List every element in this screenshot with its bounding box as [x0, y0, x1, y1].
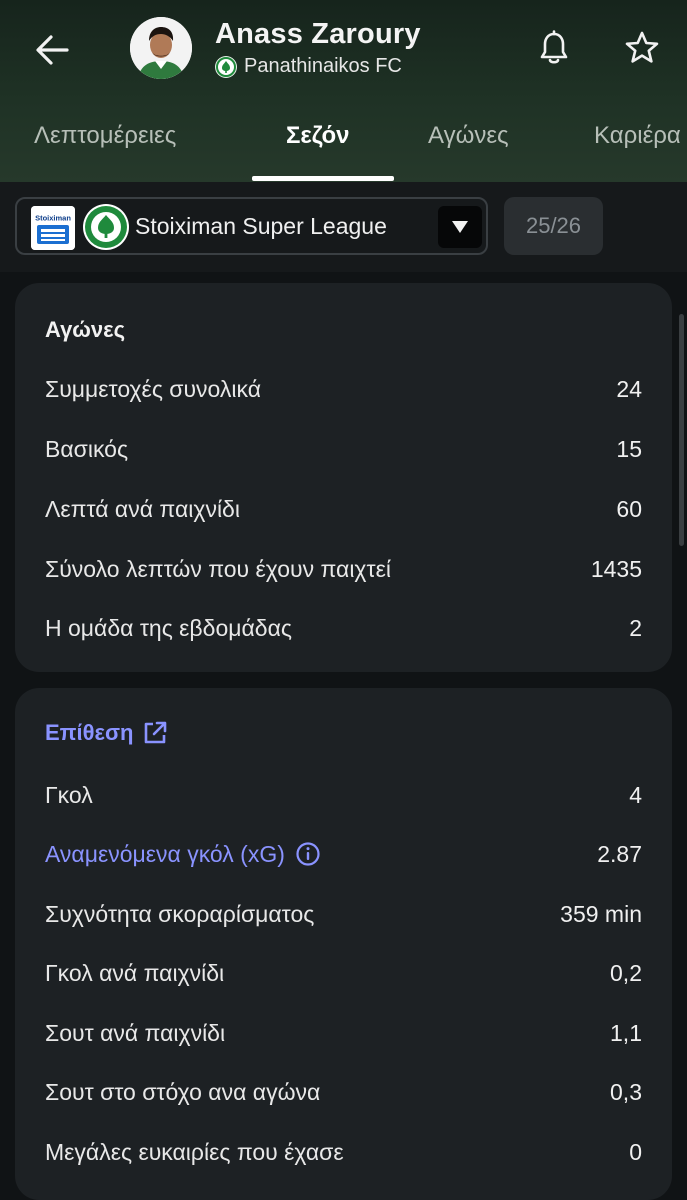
stat-value: 15	[616, 435, 642, 462]
stat-row: Συμμετοχές συνολικά 24	[45, 369, 642, 409]
tab-matches[interactable]: Αγώνες	[428, 122, 509, 150]
player-header: Anass Zaroury Panathinaikos FC Λεπτομέρε…	[0, 0, 687, 182]
active-tab-indicator	[252, 176, 394, 181]
favorite-button[interactable]	[620, 26, 664, 70]
stat-row: Λεπτά ανά παιχνίδι 60	[45, 489, 642, 529]
stat-row-xg[interactable]: Αναμενόμενα γκόλ (xG) 2.87	[45, 834, 642, 874]
scrollbar[interactable]	[679, 314, 684, 546]
stat-value: 2	[629, 614, 642, 641]
stat-value: 24	[616, 375, 642, 402]
stat-value: 60	[616, 495, 642, 522]
stat-label: Συμμετοχές συνολικά	[45, 375, 262, 402]
stat-row: Συχνότητα σκοραρίσματος 359 min	[45, 894, 642, 934]
bell-icon	[540, 30, 568, 64]
xg-label-group: Αναμενόμενα γκόλ (xG)	[45, 841, 321, 868]
avatar	[130, 17, 192, 79]
stat-row: Σουτ ανά παιχνίδι 1,1	[45, 1013, 642, 1053]
stat-value: 2.87	[597, 840, 642, 867]
stat-label: Σύνολο λεπτών που έχουν παιχτεί	[45, 555, 391, 582]
attack-section-title: Επίθεση	[45, 720, 134, 745]
star-icon	[625, 31, 659, 63]
stat-label: Λεπτά ανά παιχνίδι	[45, 495, 240, 522]
stat-label: Βασικός	[45, 435, 129, 462]
tab-bar: Λεπτομέρειες Σεζόν Αγώνες Καριέρα	[0, 110, 687, 182]
info-icon[interactable]	[295, 841, 321, 867]
stat-label: Σουτ στο στόχο ανα αγώνα	[45, 1078, 321, 1105]
tab-season[interactable]: Σεζόν	[286, 122, 350, 150]
stat-row: Η ομάδα της εβδομάδας 2	[45, 608, 642, 648]
tab-details[interactable]: Λεπτομέρειες	[34, 122, 176, 150]
league-dropdown-button[interactable]	[438, 206, 482, 248]
matches-stats-card: Αγώνες Συμμετοχές συνολικά 24 Βασικός 15…	[15, 283, 672, 672]
arrow-left-icon	[36, 35, 69, 65]
stat-row: Σύνολο λεπτών που έχουν παιχτεί 1435	[45, 549, 642, 589]
stat-label: Σουτ ανά παιχνίδι	[45, 1019, 226, 1046]
stat-row: Γκολ ανά παιχνίδι 0,2	[45, 953, 642, 993]
svg-text:Stoiximan: Stoiximan	[35, 214, 71, 223]
stat-label: Η ομάδα της εβδομάδας	[45, 614, 292, 641]
stat-row: Σουτ στο στόχο ανα αγώνα 0,3	[45, 1072, 642, 1112]
back-button[interactable]	[28, 26, 76, 74]
filter-bar: Stoiximan Stoiximan Super League 25/26	[0, 182, 687, 272]
stat-row: Μεγάλες ευκαιρίες που έχασε 0	[45, 1132, 642, 1172]
stat-value: 0,3	[610, 1078, 642, 1105]
stat-row: Βασικός 15	[45, 429, 642, 469]
stat-row: Γκολ 4	[45, 775, 642, 815]
league-name: Stoiximan Super League	[135, 213, 387, 239]
stat-label: Μεγάλες ευκαιρίες που έχασε	[45, 1138, 344, 1165]
attack-stats-card: Επίθεση Γκολ 4 Αναμενόμενα γκόλ (xG) 2.8…	[15, 688, 672, 1200]
season-selector[interactable]: 25/26	[504, 197, 603, 255]
league-selector[interactable]: Stoiximan Stoiximan Super League	[15, 197, 488, 255]
stat-value: 359 min	[560, 900, 642, 927]
caret-down-icon	[452, 221, 468, 233]
stat-value: 1,1	[610, 1019, 642, 1046]
club-logo-icon	[83, 204, 129, 250]
stat-value: 1435	[590, 555, 642, 582]
stat-label: Αναμενόμενα γκόλ (xG)	[45, 840, 285, 867]
tab-career[interactable]: Καριέρα	[594, 122, 681, 150]
league-logo-icon: Stoiximan	[31, 206, 75, 250]
matches-section-title: Αγώνες	[45, 317, 126, 342]
stat-value: 0,2	[610, 959, 642, 986]
stat-value: 4	[629, 781, 642, 808]
club-badge-icon	[215, 55, 237, 78]
stat-value: 0	[629, 1138, 642, 1165]
stat-label: Συχνότητα σκοραρίσματος	[45, 900, 315, 927]
club-name: Panathinaikos FC	[244, 55, 402, 77]
club-link[interactable]: Panathinaikos FC	[215, 55, 402, 78]
stat-label: Γκολ	[45, 781, 93, 808]
external-link-icon	[145, 721, 167, 744]
follow-notifications-button[interactable]	[532, 26, 576, 70]
player-name: Anass Zaroury	[215, 18, 421, 50]
stat-label: Γκολ ανά παιχνίδι	[45, 959, 225, 986]
attack-section-link[interactable]: Επίθεση	[45, 720, 168, 746]
